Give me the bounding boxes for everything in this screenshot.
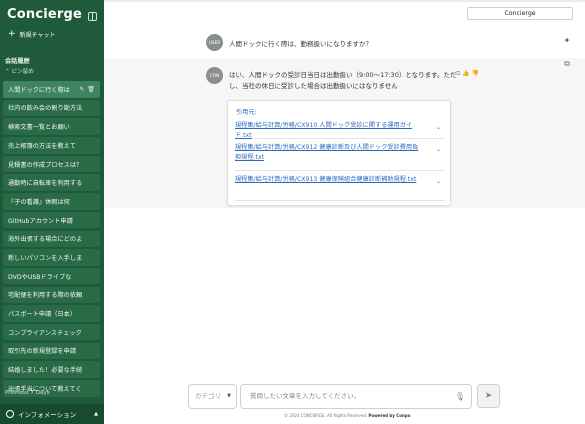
- send-icon: ➤: [484, 391, 493, 401]
- history-item[interactable]: 新しいパソコンを入手しま: [3, 249, 100, 266]
- history-item[interactable]: パスポート申請（日本）: [3, 305, 100, 322]
- sparkle-icon[interactable]: ✦: [561, 35, 573, 47]
- history-item[interactable]: 『子の看護』休暇は何: [3, 193, 100, 210]
- history-item[interactable]: 通勤時に自転車を利用する: [3, 174, 100, 191]
- trash-icon[interactable]: 🗑: [87, 86, 95, 93]
- history-item[interactable]: 結婚しました！必要な手続: [3, 361, 100, 378]
- information-label: インフォメーション: [18, 411, 77, 419]
- top-divider: [104, 0, 585, 2]
- chevron-down-icon[interactable]: ⌄: [436, 178, 441, 185]
- previous-days-heading: Previous 7 Days: [5, 390, 50, 396]
- message-actions: ⧉👍👎: [456, 70, 481, 78]
- microphone-icon[interactable]: 🎙: [455, 385, 465, 408]
- history-item[interactable]: 海外出張する場合にどのよ: [3, 230, 100, 247]
- message-input[interactable]: 質問したい文章を入力してください。 🎙: [240, 384, 472, 409]
- copy-page-icon[interactable]: ⧉: [561, 58, 573, 70]
- assistant-message-text: はい、人間ドックの受診日当日は出勤扱い（9:00〜17:30）となります。ただし…: [229, 71, 457, 90]
- history-item[interactable]: 検索文書一覧とお願い: [3, 118, 100, 135]
- assistant-message-row: CON はい、人間ドックの受診日当日は出勤扱い（9:00〜17:30）となります…: [104, 58, 585, 208]
- citation-item[interactable]: 規程集/給与計算/労務/CX910 人間ドック受診に関する運用ガイド.txt ⌄: [235, 121, 445, 139]
- new-chat-label: 新規チャット: [19, 32, 56, 39]
- history-item[interactable]: GitHubアカウント申請: [3, 211, 100, 229]
- pin-icon: ⌃: [5, 69, 10, 75]
- information-button[interactable]: インフォメーション ▲: [0, 404, 104, 424]
- chevron-down-icon[interactable]: ⌄: [436, 146, 441, 153]
- chevron-up-icon: ▲: [94, 411, 98, 417]
- history-heading: 会話履歴: [5, 58, 30, 65]
- history-item[interactable]: DVDやUSBドライブな: [3, 267, 100, 285]
- history-item[interactable]: 人間ドックに行く際は ✎ 🗑: [3, 81, 100, 98]
- new-chat-button[interactable]: + 新規チャット: [8, 29, 56, 40]
- send-button[interactable]: ➤: [477, 384, 500, 408]
- chevron-down-icon[interactable]: ⌄: [436, 124, 441, 131]
- history-list: 人間ドックに行く際は ✎ 🗑 社内の飲み会の割り勘方法 検索文書一覧とお願い 売…: [3, 81, 100, 399]
- chevron-down-icon: ▼: [227, 393, 231, 399]
- pinned-heading: ⌃ ピン留め: [5, 69, 34, 75]
- citation-link[interactable]: 規程集/給与計算/労務/CX910 人間ドック受診に関する運用ガイド.txt: [235, 121, 423, 141]
- assistant-avatar: CON: [206, 67, 223, 84]
- sidebar-toggle-icon[interactable]: [88, 12, 97, 21]
- citation-item[interactable]: 規程集/給与計算/労務/CX912 健康診断及び人間ドック受診費用負担規程.tx…: [235, 143, 445, 171]
- history-item[interactable]: 取引先の新規登録を申請: [3, 342, 100, 360]
- user-message-text: 人間ドックに行く際は、勤務扱いになりますか？: [229, 40, 372, 48]
- citation-item[interactable]: 規程集/給与計算/労務/CX913 健康保険組合健康診断補助規程.txt ⌄: [235, 175, 445, 201]
- citation-link[interactable]: 規程集/給与計算/労務/CX912 健康診断及び人間ドック受診費用負担規程.tx…: [235, 143, 423, 163]
- user-message-row: USER 人間ドックに行く際は、勤務扱いになりますか？: [104, 28, 585, 58]
- history-item[interactable]: コンプライアンスチェック: [3, 323, 100, 341]
- info-icon: [6, 410, 14, 418]
- thumbs-down-icon[interactable]: 👎: [472, 70, 481, 77]
- app-title: Concierge: [7, 7, 83, 22]
- assistant-select[interactable]: Concierge: [467, 7, 573, 20]
- thumbs-up-icon[interactable]: 👍: [462, 70, 471, 77]
- edit-icon[interactable]: ✎: [79, 86, 84, 93]
- citation-title: 引用元:: [236, 109, 257, 116]
- history-item[interactable]: 売上帳簿の方法を教えて: [3, 137, 100, 154]
- history-item[interactable]: 宅配便を利用する際の依頼: [3, 286, 100, 304]
- footer: © 2024 CONCIERGE. All Rights Reserved. P…: [284, 413, 411, 418]
- history-item[interactable]: 社内の飲み会の割り勘方法: [3, 99, 100, 117]
- category-select[interactable]: カテゴリ ▼: [188, 384, 237, 409]
- history-item[interactable]: 見積書の作成プロセスは？: [3, 155, 100, 173]
- citation-link[interactable]: 規程集/給与計算/労務/CX913 健康保険組合健康診断補助規程.txt: [235, 175, 423, 185]
- sidebar: Concierge + 新規チャット 会話履歴 ⌃ ピン留め 人間ドックに行く際…: [0, 0, 104, 424]
- user-avatar: USER: [206, 34, 223, 51]
- plus-icon: +: [8, 29, 16, 39]
- citation-card: 引用元: 規程集/給与計算/労務/CX910 人間ドック受診に関する運用ガイド.…: [227, 100, 451, 206]
